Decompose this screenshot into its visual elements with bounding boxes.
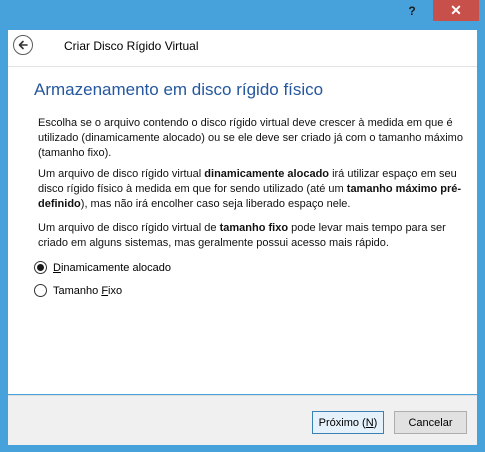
button-label: Próximo ( [318,416,366,429]
label-text: inamicamente alocado [60,261,172,274]
back-arrow-icon [18,40,28,50]
radio-label: Tamanho Fixo [53,285,122,297]
radio-label: Dinamicamente alocado [53,262,171,274]
description-paragraph-2: Um arquivo de disco rígido virtual dinam… [38,167,463,212]
bold-term-dynamic: dinamicamente alocado [204,168,330,180]
mnemonic: N [365,416,374,429]
text-span: Um arquivo de disco rígido virtual [38,168,205,180]
label-text: ixo [108,284,123,297]
page-heading: Armazenamento em disco rígido físico [34,80,324,99]
wizard-title: Criar Disco Rígido Virtual [64,39,199,53]
help-button[interactable]: ? [399,1,425,21]
close-button[interactable]: ✕ [433,0,479,21]
description-paragraph-1: Escolha se o arquivo contendo o disco rí… [38,117,463,159]
title-bar: ? ✕ [0,0,485,30]
button-bar: Próximo (N) Cancelar [8,395,477,445]
mnemonic: D [53,261,61,274]
radio-fixed-size[interactable]: Tamanho Fixo [34,284,122,297]
radio-button[interactable] [34,284,47,297]
back-button[interactable] [13,35,33,55]
bold-term-fixed: tamanho fixo [219,222,289,234]
label-text: Tamanho [53,284,102,297]
radio-dynamic-allocated[interactable]: Dinamicamente alocado [34,261,171,274]
button-label: ) [373,416,378,429]
description-paragraph-3: Um arquivo de disco rígido virtual de ta… [38,221,463,251]
radio-button[interactable] [34,261,47,274]
close-icon: ✕ [450,2,462,18]
text-span: ), mas não irá encolher caso seja libera… [80,198,351,210]
text-span: Um arquivo de disco rígido virtual de [38,222,220,234]
dialog-window: ? ✕ Criar Disco Rígido Virtual Armazenam… [0,0,485,452]
cancel-button[interactable]: Cancelar [394,411,467,434]
wizard-header: Criar Disco Rígido Virtual [8,30,477,67]
wizard-page: Armazenamento em disco rígido físico Esc… [8,67,477,394]
radio-selected-dot [37,264,44,271]
next-button[interactable]: Próximo (N) [312,411,384,434]
